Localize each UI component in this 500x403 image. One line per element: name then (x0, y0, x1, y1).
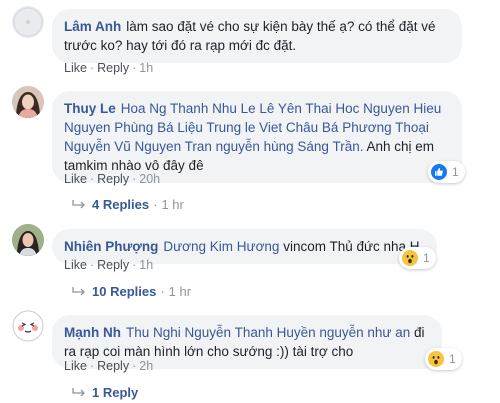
comment-actions: Like · Reply · 1h (64, 258, 154, 272)
reply-link[interactable]: Reply (97, 359, 129, 373)
avatar-nhien-phuong[interactable] (12, 224, 44, 256)
comment-time[interactable]: 1h (139, 258, 153, 272)
mentioned-names[interactable]: Thu Nghi Nguyễn Thanh Huyền nguyễn như a… (126, 325, 410, 340)
comment-time[interactable]: 1h (139, 61, 153, 75)
reply-link[interactable]: Reply (97, 172, 129, 186)
wow-icon (428, 351, 444, 367)
replies-count[interactable]: 10 Replies (92, 284, 156, 299)
reaction-count[interactable]: 1 (399, 247, 436, 269)
reply-link[interactable]: Reply (97, 258, 129, 272)
like-icon (431, 164, 447, 180)
like-link[interactable]: Like (64, 172, 87, 186)
comment-actions: Like · Reply · 20h (64, 172, 161, 186)
view-replies-link[interactable]: 10 Replies · 1 hr (72, 284, 191, 299)
mentioned-names[interactable]: Dương Kim Hương (163, 239, 279, 254)
comment-author[interactable]: Thuy Le (64, 101, 116, 116)
comment-time[interactable]: 2h (139, 359, 153, 373)
reaction-count[interactable]: 1 (428, 161, 465, 183)
reply-arrow-icon (72, 387, 85, 396)
avatar-manh-nh[interactable] (12, 310, 44, 342)
replies-count[interactable]: 1 Reply (92, 385, 138, 400)
replies-time: 1 hr (168, 284, 192, 299)
profile-photo-icon (12, 86, 44, 118)
reply-arrow-icon (72, 286, 85, 295)
reply-arrow-icon (72, 199, 85, 208)
avatar-lam-anh[interactable] (12, 6, 44, 38)
replies-time: 1 hr (161, 197, 184, 212)
wow-icon (402, 250, 418, 266)
like-link[interactable]: Like (64, 359, 87, 373)
reaction-count[interactable]: 1 (425, 348, 462, 370)
default-avatar-icon (12, 6, 44, 38)
avatar-thuy-le[interactable] (12, 86, 44, 118)
reply-link[interactable]: Reply (97, 61, 129, 75)
comment-author[interactable]: Nhiên Phượng (64, 239, 158, 254)
comment-author[interactable]: Mạnh Nh (64, 325, 121, 340)
cartoon-face-avatar-icon (12, 310, 44, 342)
comment-author[interactable]: Lâm Anh (64, 19, 121, 34)
replies-count[interactable]: 4 Replies (92, 197, 149, 212)
profile-photo-icon (12, 224, 44, 256)
view-replies-link[interactable]: 4 Replies · 1 hr (72, 197, 184, 212)
view-replies-link[interactable]: 1 Reply (72, 385, 138, 400)
comment-actions: Like · Reply · 1h (64, 61, 154, 75)
like-link[interactable]: Like (64, 61, 87, 75)
comment-bubble: Thuy Le Hoa Ng Thanh Nhu Le Lê Yên Thai H… (52, 91, 462, 183)
comment-bubble: Lâm Anh làm sao đặt vé cho sự kiện bày th… (52, 9, 462, 63)
comment-text: vincom Thủ đức nha H (283, 239, 420, 254)
like-link[interactable]: Like (64, 258, 87, 272)
comment-time[interactable]: 20h (139, 172, 160, 186)
comment-actions: Like · Reply · 2h (64, 359, 154, 373)
